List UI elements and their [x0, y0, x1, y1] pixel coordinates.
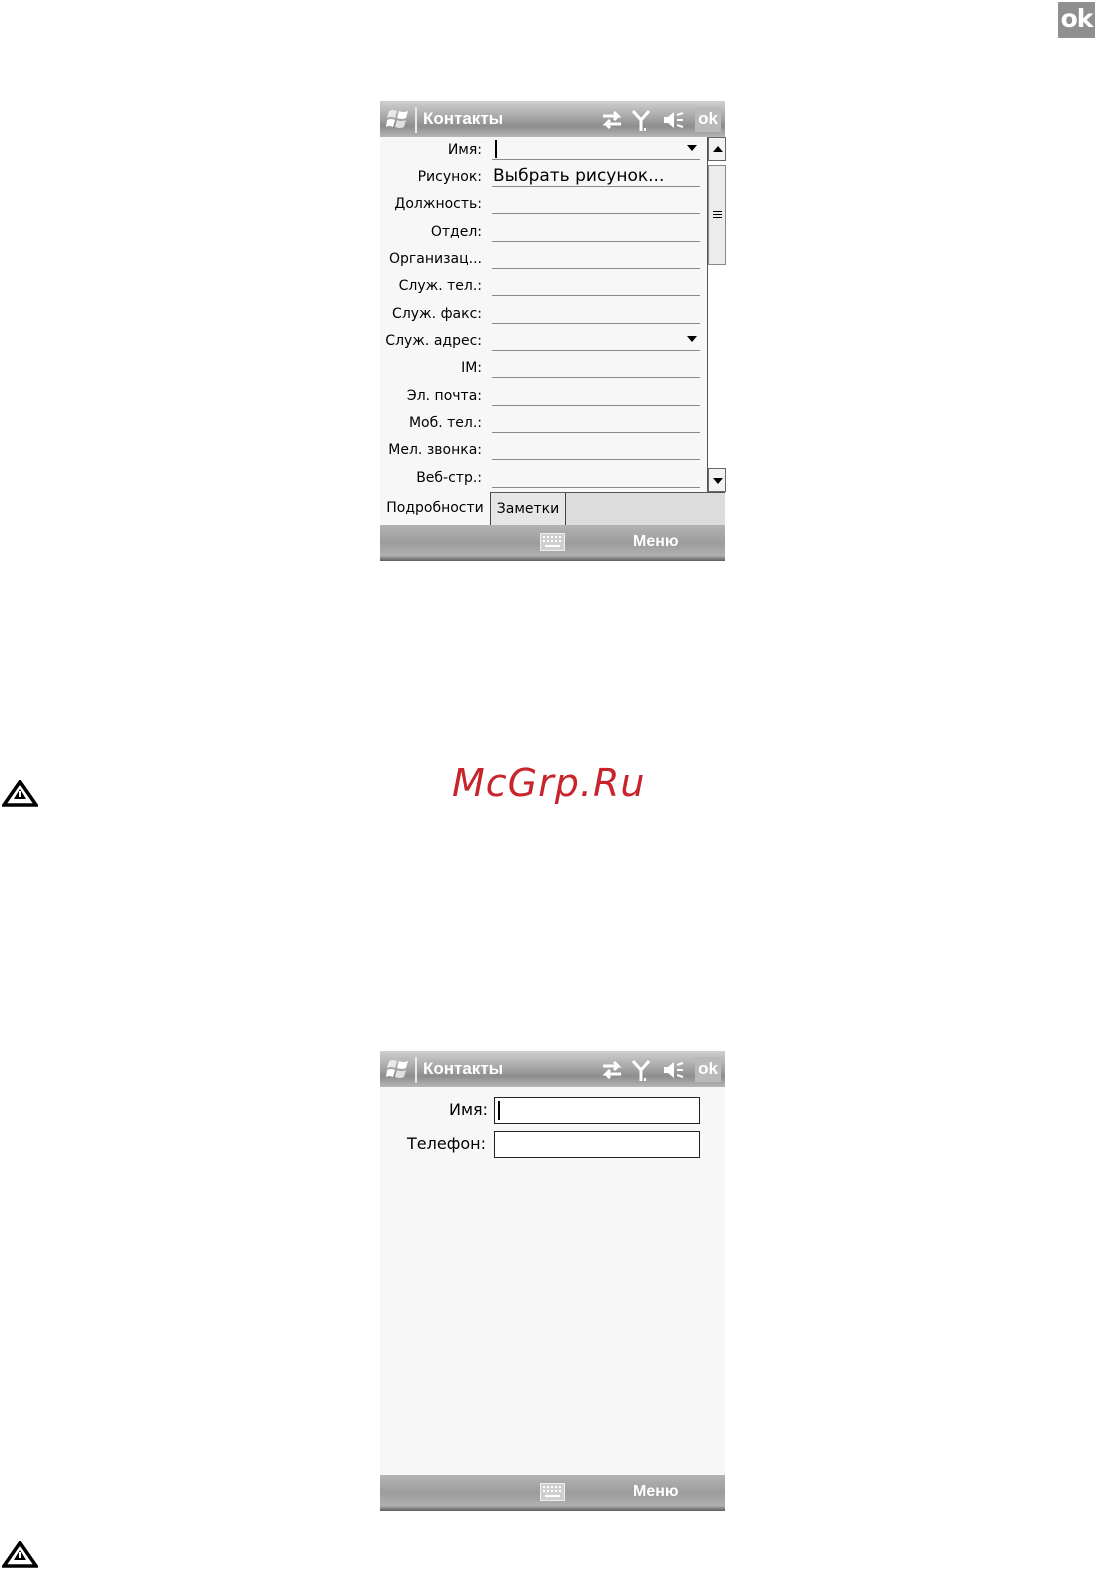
signal-antenna-icon[interactable]	[629, 108, 653, 132]
speaker-muted-icon[interactable]	[661, 108, 685, 132]
work-fax-input[interactable]	[492, 323, 700, 324]
picture-input[interactable]	[492, 186, 700, 187]
field-label: Рисунок:	[417, 169, 482, 185]
field-row-work-fax: Служ. факс:	[380, 301, 708, 328]
field-row-ringtone: Мел. звонка:	[380, 437, 708, 464]
ringtone-input[interactable]	[492, 459, 700, 460]
field-row-work-phone: Служ. тел.:	[380, 273, 708, 300]
warning-icon	[2, 1541, 38, 1568]
keyboard-icon[interactable]	[540, 1483, 565, 1501]
field-row-job-title: Должность:	[380, 191, 708, 218]
speaker-muted-icon[interactable]	[661, 1058, 685, 1082]
web-page-input[interactable]	[492, 487, 700, 488]
field-label: Эл. почта:	[406, 388, 482, 404]
text-caret	[498, 1101, 500, 1120]
scroll-down-arrow-icon[interactable]	[708, 468, 726, 492]
contacts-edit-screen: Контакты ok Имя: Рисунок: Выбрать рисуно…	[380, 101, 726, 561]
field-label: IM:	[461, 360, 482, 376]
title-bar: Контакты ok	[380, 101, 725, 137]
field-label: Должность:	[394, 196, 482, 212]
scroll-up-arrow-icon[interactable]	[708, 137, 726, 161]
mobile-input[interactable]	[492, 432, 700, 433]
field-label: Мел. звонка:	[388, 442, 482, 458]
field-label: Отдел:	[430, 224, 482, 240]
scrollbar-thumb[interactable]	[708, 165, 726, 265]
warning-icon	[2, 780, 38, 807]
title-separator	[415, 1057, 417, 1083]
field-row-mobile: Моб. тел.:	[380, 410, 708, 437]
department-input[interactable]	[492, 241, 700, 242]
name-input[interactable]	[492, 159, 700, 160]
ok-button[interactable]: ok	[695, 1057, 721, 1082]
grip-line	[713, 217, 722, 218]
field-label: Имя:	[447, 142, 482, 158]
field-row-web-page: Веб-стр.:	[380, 465, 708, 492]
dropdown-arrow-icon[interactable]	[687, 336, 697, 342]
tab-notes[interactable]: Заметки	[490, 493, 566, 525]
text-caret	[495, 140, 497, 158]
soft-key-bar: Меню	[380, 1475, 725, 1511]
job-title-input[interactable]	[492, 213, 700, 214]
field-row-picture: Рисунок: Выбрать рисунок...	[380, 164, 708, 191]
keyboard-icon[interactable]	[540, 533, 565, 551]
email-input[interactable]	[492, 405, 700, 406]
field-label: Веб-стр.:	[416, 470, 482, 486]
field-label: Организац...	[389, 251, 482, 267]
work-phone-input[interactable]	[492, 295, 700, 296]
app-title: Контакты	[423, 1059, 504, 1078]
soft-key-bar: Меню	[380, 525, 725, 561]
field-row-department: Отдел:	[380, 219, 708, 246]
field-row-company: Организац...	[380, 246, 708, 273]
field-label: Служ. адрес:	[385, 333, 482, 349]
title-bar: Контакты ok	[380, 1051, 725, 1087]
sync-arrows-icon[interactable]	[600, 1058, 624, 1082]
name-label: Имя:	[449, 1100, 489, 1119]
phone-input[interactable]	[494, 1131, 700, 1158]
menu-softkey[interactable]: Меню	[633, 1483, 679, 1501]
sync-arrows-icon[interactable]	[600, 108, 624, 132]
contacts-new-sim-screen: Контакты ok Имя: Телефон: Меню	[380, 1051, 725, 1511]
windows-start-icon[interactable]	[386, 1057, 412, 1081]
corner-ok-badge: ok	[1058, 2, 1095, 38]
choose-picture-link[interactable]: Выбрать рисунок...	[493, 166, 664, 186]
ok-button[interactable]: ok	[695, 107, 721, 132]
menu-softkey[interactable]: Меню	[633, 533, 679, 551]
tab-strip: Подробности Заметки	[380, 492, 725, 526]
field-label: Служ. тел.:	[398, 278, 482, 294]
dropdown-arrow-icon[interactable]	[687, 145, 697, 151]
field-row-work-address: Служ. адрес:	[380, 328, 708, 355]
vertical-scrollbar[interactable]	[707, 137, 726, 492]
grip-line	[713, 211, 722, 212]
app-title: Контакты	[423, 109, 504, 128]
field-row-im: IM:	[380, 355, 708, 382]
signal-antenna-icon[interactable]	[629, 1058, 653, 1082]
company-input[interactable]	[492, 268, 700, 269]
im-input[interactable]	[492, 377, 700, 378]
field-row-name: Имя:	[380, 137, 708, 164]
phone-label: Телефон:	[407, 1134, 487, 1153]
windows-start-icon[interactable]	[386, 107, 412, 131]
title-separator	[415, 107, 417, 133]
watermark-logo: McGrp.Ru	[452, 761, 646, 805]
grip-line	[713, 214, 722, 215]
tab-details[interactable]: Подробности	[380, 492, 490, 525]
name-input[interactable]	[494, 1097, 700, 1124]
field-label: Моб. тел.:	[408, 415, 482, 431]
field-row-email: Эл. почта:	[380, 383, 708, 410]
work-address-input[interactable]	[492, 350, 700, 351]
field-label: Служ. факс:	[392, 306, 482, 322]
